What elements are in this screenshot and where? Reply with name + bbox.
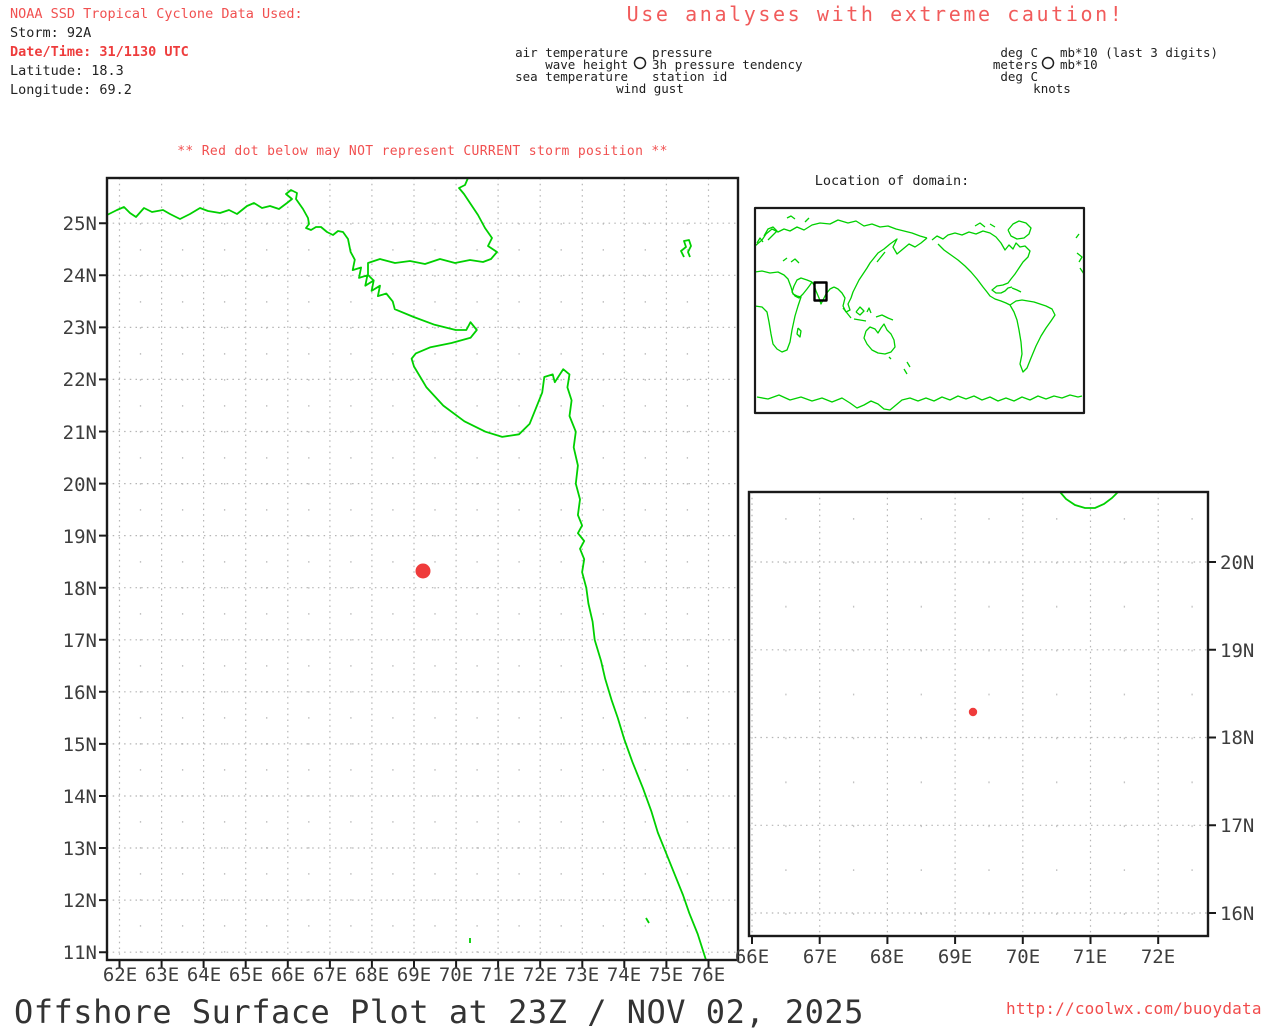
world-south-america [1009, 299, 1056, 373]
inland-lake-squiggle [680, 239, 692, 258]
world-africa [754, 270, 802, 353]
main-lat-label: 13N [62, 838, 97, 860]
world-north-america-west-coast [937, 243, 1011, 306]
world-madagascar [796, 327, 802, 338]
main-lat-label: 19N [62, 526, 97, 548]
world-canadian-arctic-2 [989, 223, 996, 228]
world-caspian [790, 258, 800, 264]
main-lat-label: 16N [62, 682, 97, 704]
units-knots: knots [1033, 81, 1071, 96]
detail-map-frame [747, 490, 1210, 938]
main-map-minor-grid [139, 223, 689, 960]
world-asia-east-coast [833, 237, 928, 313]
units-mb10: mb*10 [1060, 57, 1098, 72]
world-sulawesi [866, 307, 872, 314]
world-new-guinea [875, 314, 894, 321]
detail-lon-label: 72E [1140, 946, 1176, 968]
detail-lon-label: 70E [1005, 946, 1041, 968]
main-lat-label: 17N [62, 630, 97, 652]
main-map-grid-horizontal [107, 222, 738, 953]
main-lat-label: 18N [62, 578, 97, 600]
storm-id-line: Storm: 92A [10, 25, 92, 41]
detail-map [747, 490, 1216, 944]
plot-title: Offshore Surface Plot at 23Z / NOV 02, 2… [14, 993, 864, 1031]
world-canadian-arctic-1 [974, 222, 986, 228]
world-uk-bit [1075, 233, 1080, 239]
detail-lat-label: 16N [1220, 903, 1255, 925]
world-eurasia-north-coast [754, 219, 928, 247]
detail-lat-label: 19N [1220, 640, 1255, 662]
storm-latitude-line: Latitude: 18.3 [10, 63, 124, 79]
main-lat-label: 21N [62, 422, 97, 444]
detail-lon-label: 71E [1072, 946, 1108, 968]
caution-heading: Use analyses with extreme caution! [626, 2, 1125, 26]
detail-map-grid-horizontal [749, 561, 1208, 914]
main-map [99, 176, 740, 968]
detail-map-minor-grid [785, 518, 1193, 936]
world-svalbard [786, 215, 796, 220]
detail-saurashtra-coast-arc [1059, 491, 1119, 509]
legend-station-id: station id [652, 69, 728, 84]
world-scandinavia [763, 226, 778, 241]
units-model-circle [1041, 56, 1055, 70]
detail-lon-label: 68E [869, 946, 905, 968]
world-greenland [1007, 220, 1032, 240]
main-lat-label: 25N [62, 213, 97, 235]
world-tasmania [888, 356, 892, 360]
main-map-grid-vertical [118, 178, 710, 960]
main-lat-label: 15N [62, 734, 97, 756]
world-australia [863, 323, 896, 355]
detail-map-grid-vertical [751, 492, 1159, 936]
domain-inset-frame [753, 206, 1086, 415]
domain-inset-title: Location of domain: [814, 173, 970, 189]
small-islands [469, 917, 650, 943]
storm-dot-main [415, 563, 431, 579]
main-lat-label: 12N [62, 890, 97, 912]
detail-lat-label: 17N [1220, 815, 1255, 837]
station-model-circle [633, 56, 647, 70]
world-new-zealand-north [906, 361, 911, 368]
world-cuba [1011, 287, 1022, 293]
india-west-coastline [106, 189, 707, 961]
world-antarctica [756, 394, 1083, 411]
world-new-zealand-south [903, 368, 908, 375]
main-lat-label: 11N [62, 942, 97, 964]
storm-dot-detail [968, 707, 978, 717]
noaa-data-line: NOAA SSD Tropical Cyclone Data Used: [10, 6, 303, 22]
world-novaya-zemlya [804, 217, 810, 223]
domain-inset-map [753, 206, 1086, 415]
main-lat-label: 23N [62, 317, 97, 339]
offshore-surface-plot-page: { "colors": { "red_text": "#f15050", "re… [0, 0, 1280, 1031]
world-iberia-bit [1076, 252, 1083, 263]
coolwx-url-link[interactable]: http://coolwx.com/buoydata [1006, 999, 1262, 1019]
world-borneo [855, 306, 865, 316]
rann-of-kutch-shoreline [367, 177, 498, 282]
main-lat-label: 22N [62, 369, 97, 391]
detail-lat-label: 18N [1220, 727, 1255, 749]
main-lat-label: 24N [62, 265, 97, 287]
world-java [853, 318, 867, 322]
detail-lon-label: 69E [937, 946, 973, 968]
storm-longitude-line: Longitude: 69.2 [10, 82, 132, 98]
storm-datetime-line: Date/Time: 31/1130 UTC [10, 44, 189, 60]
main-lat-label: 20N [62, 474, 97, 496]
main-lat-label: 14N [62, 786, 97, 808]
detail-map-lon-ticks [751, 936, 1160, 944]
storm-position-warning: ** Red dot below may NOT represent CURRE… [177, 144, 668, 159]
detail-lon-label: 66E [734, 946, 770, 968]
world-black-sea [782, 257, 788, 262]
detail-lat-label: 20N [1220, 552, 1255, 574]
detail-lon-label: 67E [802, 946, 838, 968]
